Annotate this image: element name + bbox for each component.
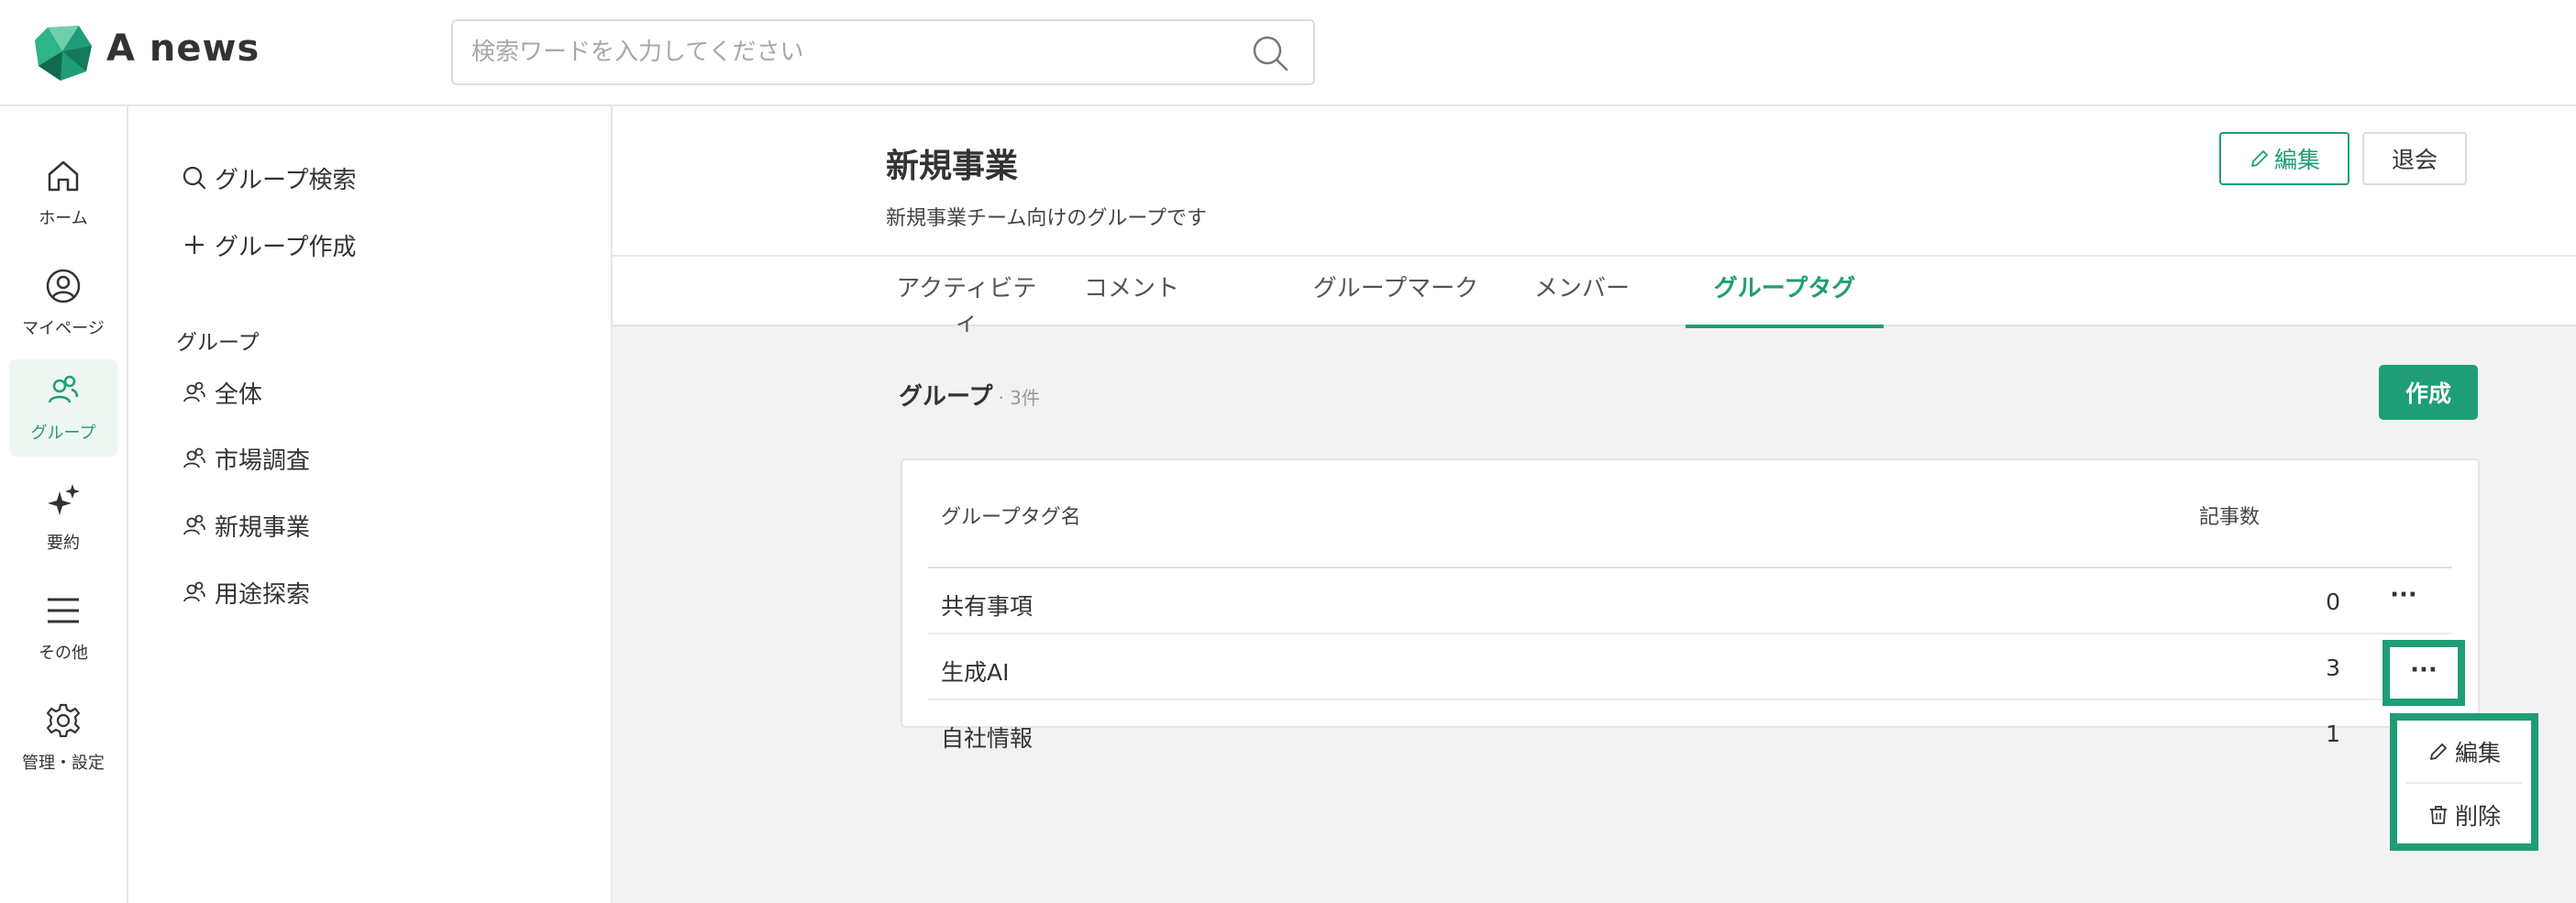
- menu-item-delete[interactable]: 削除: [2397, 784, 2531, 845]
- column-header-article-count: 記事数: [2199, 506, 2261, 529]
- sidebar-group-label: 市場調査: [215, 446, 311, 475]
- user-circle-icon: [46, 269, 81, 303]
- rail-label: その他: [39, 644, 88, 663]
- section-count: · 3件: [998, 387, 1040, 409]
- group-icon: [183, 381, 205, 402]
- tab-group-mark[interactable]: グループマーク: [1297, 270, 1495, 328]
- rail-item-home[interactable]: ホーム: [9, 145, 117, 242]
- rail-label: マイページ: [22, 319, 105, 338]
- more-menu-button-highlighted[interactable]: ···: [2383, 640, 2465, 706]
- sidebar-group-label: 新規事業: [215, 513, 311, 542]
- icon-rail: ホーム マイページ グループ 要約 その他 管理・設定: [0, 106, 128, 903]
- group-list-heading: グループ: [176, 331, 260, 355]
- table-row[interactable]: 自社情報 1: [928, 700, 2452, 766]
- tab-comment[interactable]: コメント: [1077, 270, 1187, 328]
- create-tag-button[interactable]: 作成: [2379, 365, 2478, 420]
- tag-name: 共有事項: [941, 593, 1034, 620]
- sidebar-item-group[interactable]: 市場調査: [182, 440, 310, 477]
- column-header-tag-name: グループタグ名: [941, 506, 1081, 529]
- row-context-menu: 編集 削除: [2390, 713, 2538, 851]
- table-row[interactable]: 生成AI 3: [928, 634, 2452, 700]
- article-count: 3: [2326, 655, 2340, 681]
- tag-table: グループタグ名 記事数 共有事項 0 ··· 生成AI 3 自社情報 1: [901, 458, 2480, 752]
- group-search-link[interactable]: グループ検索: [182, 160, 356, 196]
- tab-activity[interactable]: アクティビティ: [893, 270, 1040, 336]
- top-header: A news: [0, 0, 2576, 106]
- tag-name: 自社情報: [941, 725, 1034, 752]
- tab-members[interactable]: メンバー: [1531, 270, 1632, 328]
- group-icon: [183, 447, 205, 468]
- logo-icon[interactable]: [35, 26, 92, 81]
- leave-group-button[interactable]: 退会: [2362, 132, 2467, 185]
- plus-icon: [185, 236, 204, 254]
- sidebar-item-group[interactable]: 用途探索: [182, 574, 310, 611]
- trash-icon: [2429, 805, 2447, 824]
- group-icon: [183, 514, 205, 535]
- rail-label: 要約: [47, 534, 80, 553]
- menu-icon: [48, 598, 79, 623]
- sidebar-item-group[interactable]: 全体: [182, 374, 262, 411]
- page-title: 新規事業: [886, 148, 1019, 185]
- search-icon: [182, 166, 206, 190]
- section-title-label: グループ: [899, 383, 993, 411]
- pencil-icon: [2251, 150, 2268, 167]
- app-name[interactable]: A news: [106, 28, 260, 70]
- section-title: グループ · 3件: [899, 378, 1040, 412]
- table-row[interactable]: 共有事項 0 ···: [928, 568, 2452, 634]
- gear-icon: [46, 703, 81, 738]
- menu-edit-label: 編集: [2454, 739, 2501, 766]
- menu-item-edit[interactable]: 編集: [2397, 721, 2531, 782]
- more-menu-button[interactable]: ···: [2383, 581, 2425, 618]
- group-search-label: グループ検索: [215, 166, 357, 194]
- rail-label: 管理・設定: [22, 754, 105, 773]
- rail-item-settings[interactable]: 管理・設定: [9, 689, 117, 787]
- edit-group-button[interactable]: 編集: [2219, 132, 2349, 185]
- rail-item-other[interactable]: その他: [9, 579, 117, 677]
- main-content: 新規事業 新規事業チーム向けのグループです 編集 退会 アクティビティ コメント…: [613, 106, 2576, 903]
- group-icon: [183, 581, 205, 602]
- tab-group-tag[interactable]: グループタグ: [1686, 270, 1884, 328]
- search-box: [451, 19, 1315, 85]
- search-input[interactable]: [471, 21, 1233, 83]
- group-sidebar: グループ検索 グループ作成 グループ 全体 市場調査 新規事業 用途探索: [128, 106, 613, 903]
- search-icon[interactable]: [1251, 34, 1289, 72]
- rail-item-group[interactable]: グループ: [9, 359, 117, 457]
- group-create-label: グループ作成: [215, 233, 357, 261]
- tag-name: 生成AI: [941, 659, 1010, 686]
- menu-delete-label: 削除: [2454, 802, 2501, 830]
- rail-item-mypage[interactable]: マイページ: [9, 255, 117, 352]
- divider: [613, 255, 2576, 257]
- rail-label: グループ: [30, 424, 96, 443]
- article-count: 0: [2326, 589, 2340, 615]
- edit-label: 編集: [2273, 147, 2320, 173]
- sidebar-group-label: 全体: [215, 380, 263, 409]
- sidebar-item-group[interactable]: 新規事業: [182, 507, 310, 544]
- sidebar-group-label: 用途探索: [215, 580, 311, 609]
- group-icon: [48, 375, 79, 403]
- group-header: 新規事業 新規事業チーム向けのグループです 編集 退会 アクティビティ コメント…: [613, 106, 2576, 336]
- rail-item-summary[interactable]: 要約: [9, 469, 117, 567]
- group-create-link[interactable]: グループ作成: [182, 226, 356, 263]
- sparkle-icon: [48, 484, 80, 515]
- pencil-icon: [2430, 743, 2447, 760]
- group-description: 新規事業チーム向けのグループです: [886, 207, 1208, 230]
- rail-label: ホーム: [39, 209, 88, 228]
- article-count: 1: [2326, 721, 2340, 747]
- home-icon: [48, 160, 79, 192]
- more-dots: ···: [2410, 656, 2438, 684]
